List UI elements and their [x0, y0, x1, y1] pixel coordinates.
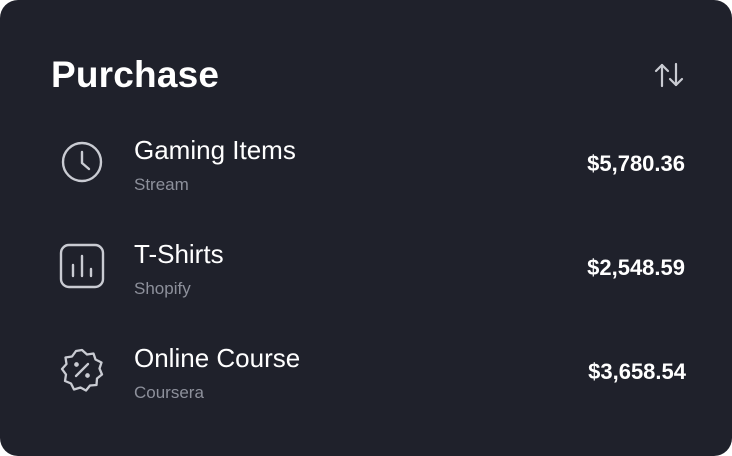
item-amount: $3,658.54 [588, 359, 686, 384]
bar-chart-icon [57, 241, 107, 291]
item-name: T-Shirts [134, 239, 224, 269]
item-name: Online Course [134, 343, 301, 373]
item-amount: $2,548.59 [587, 255, 685, 280]
item-name: Gaming Items [134, 135, 296, 165]
list-item[interactable]: Online Course Coursera $3,658.54 [0, 343, 732, 423]
card-title: Purchase [51, 54, 220, 95]
sort-button[interactable] [650, 58, 688, 92]
list-item[interactable]: T-Shirts Shopify $2,548.59 [0, 239, 732, 319]
item-source: Shopify [134, 279, 191, 298]
purchase-card: Purchase Gaming Items Stream $5,780.36 T… [0, 0, 732, 456]
item-source: Coursera [134, 383, 204, 402]
sort-arrows-icon [654, 62, 684, 88]
item-source: Stream [134, 175, 189, 194]
discount-badge-icon [57, 345, 107, 395]
item-amount: $5,780.36 [587, 151, 685, 176]
list-item[interactable]: Gaming Items Stream $5,780.36 [0, 135, 732, 215]
clock-icon [57, 137, 107, 187]
